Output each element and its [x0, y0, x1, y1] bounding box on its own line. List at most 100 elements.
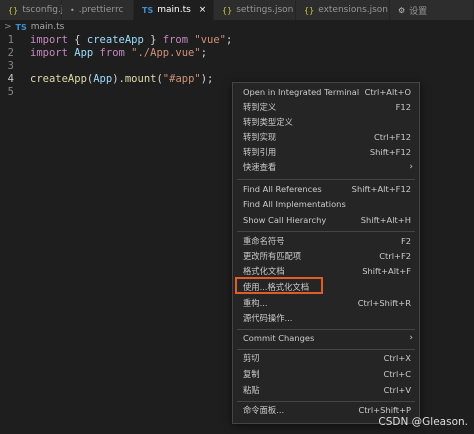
- tab-main-ts[interactable]: TS main.ts ×: [134, 0, 214, 20]
- code-token: import: [30, 47, 68, 59]
- line-number: 3: [7, 60, 14, 72]
- line-number: 4: [7, 73, 14, 85]
- menu-item-shortcut: F2: [400, 236, 411, 246]
- menu-item-go-to-implementation[interactable]: 转到实现 Ctrl+F12: [233, 130, 419, 144]
- code-token: ).: [112, 73, 125, 85]
- menu-item-copy[interactable]: 复制 Ctrl+C: [233, 367, 419, 381]
- tab-label: settings.json: [236, 5, 294, 15]
- menu-item-label: Find All Implementations: [243, 199, 346, 209]
- breadcrumb-file[interactable]: main.ts: [31, 22, 65, 32]
- menu-item-shortcut: F12: [395, 102, 411, 112]
- highlight-box: [235, 277, 323, 294]
- json-icon: {}: [222, 5, 233, 15]
- menu-item-open-in-terminal[interactable]: Open in Integrated Terminal Ctrl+Alt+O: [233, 85, 419, 99]
- menu-item-shortcut: Ctrl+F2: [379, 251, 411, 261]
- breadcrumb: > TS main.ts: [0, 20, 474, 34]
- tab-tsconfig-json[interactable]: {} tsconfig.json: [0, 0, 79, 20]
- code-token: mount: [124, 73, 157, 85]
- menu-item-find-all-implementations[interactable]: Find All Implementations: [233, 197, 419, 211]
- code-token: ;: [200, 47, 208, 59]
- menu-item-shortcut: Ctrl+X: [383, 353, 411, 363]
- code-token: "#app": [162, 73, 201, 85]
- chevron-right-icon: ›: [409, 333, 413, 343]
- menu-item-shortcut: Ctrl+C: [383, 369, 411, 379]
- json-icon: {}: [8, 5, 19, 15]
- menu-item-label: Commit Changes: [243, 333, 315, 343]
- menu-item-shortcut: Ctrl+F12: [373, 132, 411, 142]
- menu-item-label: 源代码操作...: [243, 313, 293, 323]
- code-line[interactable]: 1 import { createApp } from "vue";: [0, 34, 474, 47]
- menu-separator: [237, 349, 415, 350]
- menu-item-rename-symbol[interactable]: 重命名符号 F2: [233, 234, 419, 248]
- code-token: App: [93, 73, 113, 85]
- menu-item-cut[interactable]: 剪切 Ctrl+X: [233, 351, 419, 365]
- menu-item-shortcut: Shift+Alt+H: [360, 215, 411, 225]
- menu-item-label: 命令面板...: [243, 405, 285, 415]
- line-number: 5: [7, 86, 14, 98]
- menu-item-shortcut: Ctrl+Shift+R: [357, 298, 411, 308]
- menu-item-label: 转到类型定义: [243, 117, 293, 127]
- menu-item-go-to-definition[interactable]: 转到定义 F12: [233, 100, 419, 114]
- tab-settings[interactable]: ⚙ 设置: [390, 0, 474, 20]
- tab-prettierrc[interactable]: • .prettierrc: [62, 0, 134, 20]
- code-token: ;: [226, 34, 233, 46]
- menu-item-shortcut: Shift+Alt+F: [362, 266, 411, 276]
- code-line[interactable]: 2 import App from "./App.vue";: [0, 47, 474, 60]
- menu-item-label: 粘贴: [243, 385, 260, 395]
- menu-item-label: 重命名符号: [243, 236, 285, 246]
- menu-item-label: 复制: [243, 369, 260, 379]
- menu-item-shortcut: Shift+Alt+F12: [351, 184, 411, 194]
- code-token: }: [143, 34, 163, 46]
- menu-item-shortcut: Shift+F12: [369, 147, 411, 157]
- line-number: 1: [7, 34, 14, 46]
- code-token: import: [30, 34, 68, 46]
- tab-bar: {} tsconfig.json • .prettierrc TS main.t…: [0, 0, 474, 20]
- menu-item-paste[interactable]: 粘贴 Ctrl+V: [233, 383, 419, 397]
- menu-item-label: Show Call Hierarchy: [243, 215, 327, 225]
- menu-item-label: 快速查看: [243, 162, 277, 172]
- tab-label: 设置: [409, 6, 428, 17]
- menu-item-peek[interactable]: 快速查看 ›: [233, 160, 419, 174]
- menu-item-show-call-hierarchy[interactable]: Show Call Hierarchy Shift+Alt+H: [233, 213, 419, 227]
- code-token: createApp: [86, 34, 144, 46]
- code-line[interactable]: 3: [0, 60, 474, 73]
- code-token: from: [162, 34, 189, 46]
- close-icon[interactable]: ×: [199, 5, 207, 15]
- menu-item-refactor[interactable]: 重构... Ctrl+Shift+R: [233, 296, 419, 310]
- menu-item-go-to-references[interactable]: 转到引用 Shift+F12: [233, 145, 419, 159]
- menu-item-find-all-references[interactable]: Find All References Shift+Alt+F12: [233, 182, 419, 196]
- menu-item-source-action[interactable]: 源代码操作...: [233, 311, 419, 325]
- menu-item-label: Open in Integrated Terminal: [243, 87, 360, 97]
- menu-item-label: 剪切: [243, 353, 260, 363]
- menu-item-format-document[interactable]: 格式化文档 Shift+Alt+F: [233, 264, 419, 278]
- menu-separator: [237, 231, 415, 232]
- tab-label: extensions.json: [318, 5, 389, 15]
- menu-separator: [237, 329, 415, 330]
- tab-settings-json[interactable]: {} settings.json: [214, 0, 296, 20]
- menu-separator: [237, 179, 415, 180]
- menu-separator: [237, 401, 415, 402]
- chevron-right-icon: >: [4, 22, 12, 32]
- json-icon: {}: [304, 5, 315, 15]
- menu-item-label: 更改所有匹配项: [243, 251, 302, 261]
- menu-item-label: 格式化文档: [243, 266, 285, 276]
- tab-label: main.ts: [157, 5, 191, 15]
- menu-item-label: 转到定义: [243, 102, 277, 112]
- menu-item-command-palette[interactable]: 命令面板... Ctrl+Shift+P: [233, 403, 419, 417]
- code-token: );: [200, 73, 214, 85]
- context-menu: Open in Integrated Terminal Ctrl+Alt+O 转到…: [232, 82, 420, 424]
- watermark: CSDN @Gleason.: [378, 416, 468, 428]
- tab-extensions-json[interactable]: {} extensions.json: [296, 0, 390, 20]
- tab-label: .prettierrc: [78, 5, 124, 15]
- code-token: "./App.vue": [124, 47, 201, 59]
- menu-item-shortcut: Ctrl+V: [383, 385, 411, 395]
- prettier-icon: •: [70, 5, 75, 15]
- menu-item-label: 转到实现: [243, 132, 277, 142]
- menu-item-go-to-type-definition[interactable]: 转到类型定义: [233, 115, 419, 129]
- chevron-right-icon: ›: [409, 162, 413, 172]
- typescript-icon: TS: [142, 5, 154, 15]
- code-token: App: [67, 47, 100, 59]
- menu-item-change-all-occurrences[interactable]: 更改所有匹配项 Ctrl+F2: [233, 249, 419, 263]
- menu-item-commit-changes[interactable]: Commit Changes ›: [233, 331, 419, 345]
- code-token: from: [99, 47, 125, 59]
